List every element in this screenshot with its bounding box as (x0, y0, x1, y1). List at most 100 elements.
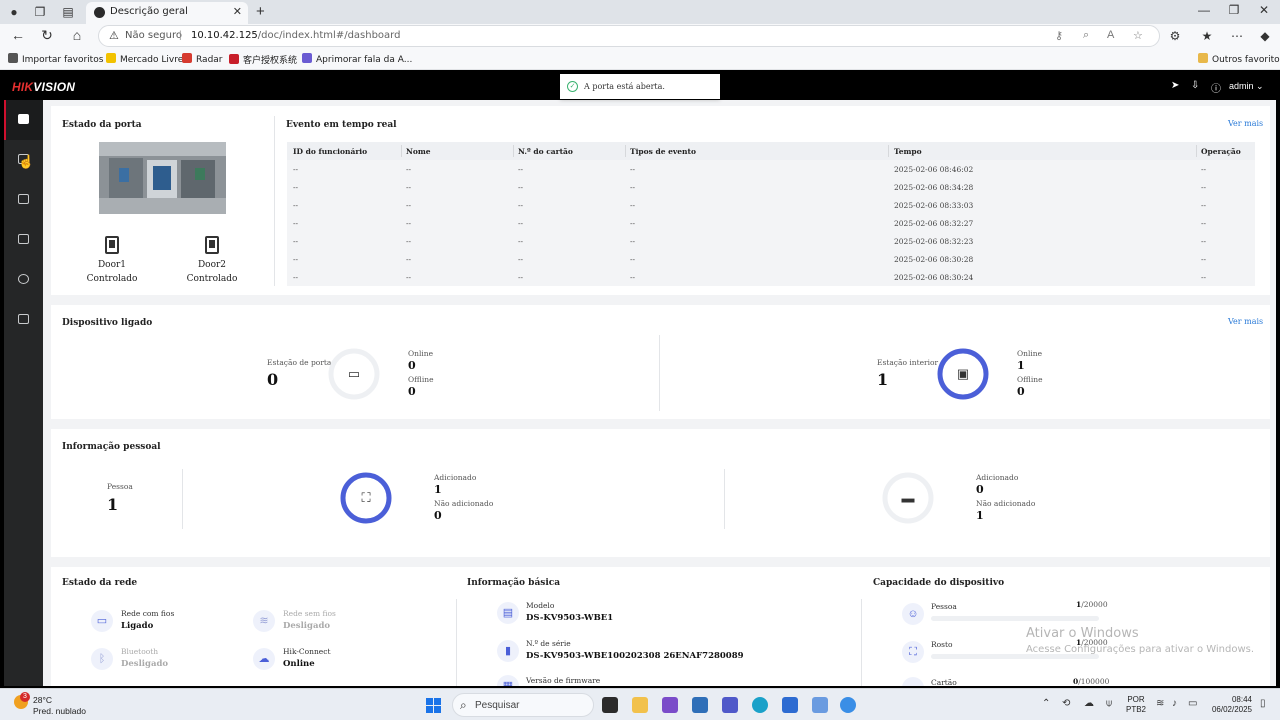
favorite-mercado-livre[interactable]: Mercado Livre (106, 53, 183, 65)
network-tool-icon[interactable] (812, 697, 828, 713)
door1[interactable]: Door1 Controlado (82, 236, 142, 284)
network-status: Online (283, 659, 315, 669)
face-icon: ⛶ (902, 641, 924, 663)
divider (274, 116, 275, 286)
tab-close-icon[interactable]: ✕ (233, 5, 242, 18)
other-favorites[interactable]: Outros favoritos (1198, 53, 1280, 65)
firmware-icon: ▦ (497, 675, 519, 686)
sync-icon[interactable]: ⟲ (1062, 698, 1070, 709)
favorite-radar[interactable]: Radar (182, 53, 223, 65)
taskbar-search[interactable]: ⌕ Pesquisar (452, 693, 594, 717)
start-button[interactable] (426, 698, 441, 713)
wifi-icon[interactable]: ≋ (1156, 698, 1164, 709)
battery-icon[interactable]: ▭ (1188, 698, 1197, 709)
volume-icon[interactable]: ♪ (1172, 698, 1177, 709)
keyboard-layout: PTB2 (1126, 705, 1147, 714)
logo-red: HIK (12, 80, 34, 94)
teams-icon[interactable] (722, 697, 738, 713)
capacity-label: Cartão (931, 678, 957, 686)
table-cell: -- (518, 273, 524, 282)
favorite-client-auth[interactable]: 客户授权系统 (229, 53, 297, 66)
task-view-icon[interactable] (602, 697, 618, 713)
clock[interactable]: 08:44 06/02/2025 (1206, 695, 1252, 715)
security-label[interactable]: Não seguro (125, 30, 182, 41)
table-cell: -- (293, 273, 299, 282)
table-cell: -- (293, 219, 299, 228)
table-cell: -- (630, 273, 636, 282)
maximize-button[interactable]: ❐ (1224, 3, 1244, 17)
chevron-up-icon[interactable]: ⌃ (1042, 698, 1050, 709)
door-name: Door2 (197, 260, 227, 270)
edge-icon[interactable] (752, 697, 768, 713)
table-cell: -- (406, 219, 412, 228)
minimize-button[interactable]: — (1194, 3, 1214, 17)
sidebar-item-devices[interactable] (4, 220, 43, 260)
door-station-ring: ▭ (327, 347, 381, 401)
col-header: Operação (1201, 147, 1241, 156)
hikvision-tool-icon[interactable] (840, 697, 856, 713)
person-label: Pessoa (107, 482, 133, 491)
admin-menu[interactable]: admin ⌄ (1229, 81, 1264, 92)
favorite-aprimorar[interactable]: Aprimorar fala da A... (302, 53, 412, 65)
home-button[interactable]: ⌂ (68, 27, 86, 43)
store-icon[interactable] (692, 697, 708, 713)
col-header: ID do funcionário (293, 147, 368, 156)
extensions-icon[interactable]: ⚙ (1167, 29, 1183, 43)
vertical-tabs-icon[interactable]: ▤ (60, 4, 76, 20)
copilot-icon[interactable]: ◆ (1257, 29, 1273, 43)
back-button[interactable]: ← (9, 27, 27, 43)
read-aloud-icon[interactable]: A (1107, 29, 1114, 41)
close-window-button[interactable]: ✕ (1254, 3, 1274, 17)
browser-tab[interactable]: Descrição geral ✕ (86, 2, 248, 24)
reload-button[interactable]: ↻ (38, 27, 56, 44)
send-icon[interactable]: ➤ (1171, 80, 1179, 91)
download-icon[interactable]: ⇩ (1191, 80, 1199, 91)
camera-preview[interactable] (99, 142, 226, 214)
person-info-title: Informação pessoal (62, 442, 161, 452)
warning-icon: ⚠ (109, 30, 119, 42)
card-icon: ▬ (902, 677, 924, 686)
added-label: Adicionado (976, 473, 1019, 482)
new-tab-button[interactable]: + (256, 3, 265, 20)
favorite-star-icon[interactable]: ☆ (1133, 29, 1143, 42)
col-sep (1196, 145, 1197, 157)
sidebar-item-search[interactable] (4, 180, 43, 220)
cloud-icon[interactable]: ☁ (1084, 698, 1094, 709)
address-bar[interactable]: ⚠ Não seguro | 10.10.42.125/doc/index.ht… (98, 25, 1160, 47)
info-icon[interactable]: ⓘ (1211, 80, 1221, 95)
table-cell: -- (630, 201, 636, 210)
devices-more-link[interactable]: Ver mais (1228, 317, 1263, 326)
font-app-icon[interactable] (782, 697, 798, 713)
workspaces-icon[interactable]: ❐ (32, 4, 48, 20)
capacity-total: /100000 (1078, 677, 1110, 686)
sidebar-item-config[interactable] (4, 260, 43, 300)
settings-more-icon[interactable]: ⋯ (1229, 29, 1245, 43)
firmware-label: Versão de firmware (526, 676, 601, 685)
table-cell: -- (406, 183, 412, 192)
file-explorer-icon[interactable] (632, 697, 648, 713)
import-icon (8, 53, 18, 63)
language-indicator[interactable]: POR PTB2 (1126, 695, 1146, 715)
zoom-icon[interactable]: ⌕ (1083, 29, 1089, 42)
sidebar-item-dashboard[interactable] (4, 100, 43, 140)
profile-icon[interactable]: ● (6, 4, 22, 20)
tab-title: Descrição geral (110, 6, 188, 17)
favorite-import[interactable]: Importar favoritos (8, 53, 103, 65)
mercado-livre-icon (106, 53, 116, 63)
url-text[interactable]: 10.10.42.125/doc/index.html#/dashboard (191, 30, 400, 41)
events-more-link[interactable]: Ver mais (1228, 119, 1263, 128)
table-cell: 2025-02-06 08:33:03 (894, 201, 974, 210)
notifications-icon[interactable]: ▯ (1260, 698, 1266, 709)
col-sep (513, 145, 514, 157)
microphone-icon[interactable]: ⍦ (1106, 698, 1112, 709)
favorites-icon[interactable]: ★ (1199, 29, 1215, 43)
key-icon[interactable]: ⚷ (1055, 29, 1063, 42)
media-app-icon[interactable] (662, 697, 678, 713)
door2[interactable]: Door2 Controlado (182, 236, 242, 284)
time: 08:44 (1231, 695, 1252, 704)
sidebar-item-maintenance[interactable] (4, 300, 43, 340)
table-cell: -- (406, 273, 412, 282)
table-row: -- -- -- -- 2025-02-06 08:33:03 -- (287, 196, 1255, 214)
wifi-icon: ≋ (253, 610, 275, 632)
table-cell: -- (1201, 237, 1207, 246)
